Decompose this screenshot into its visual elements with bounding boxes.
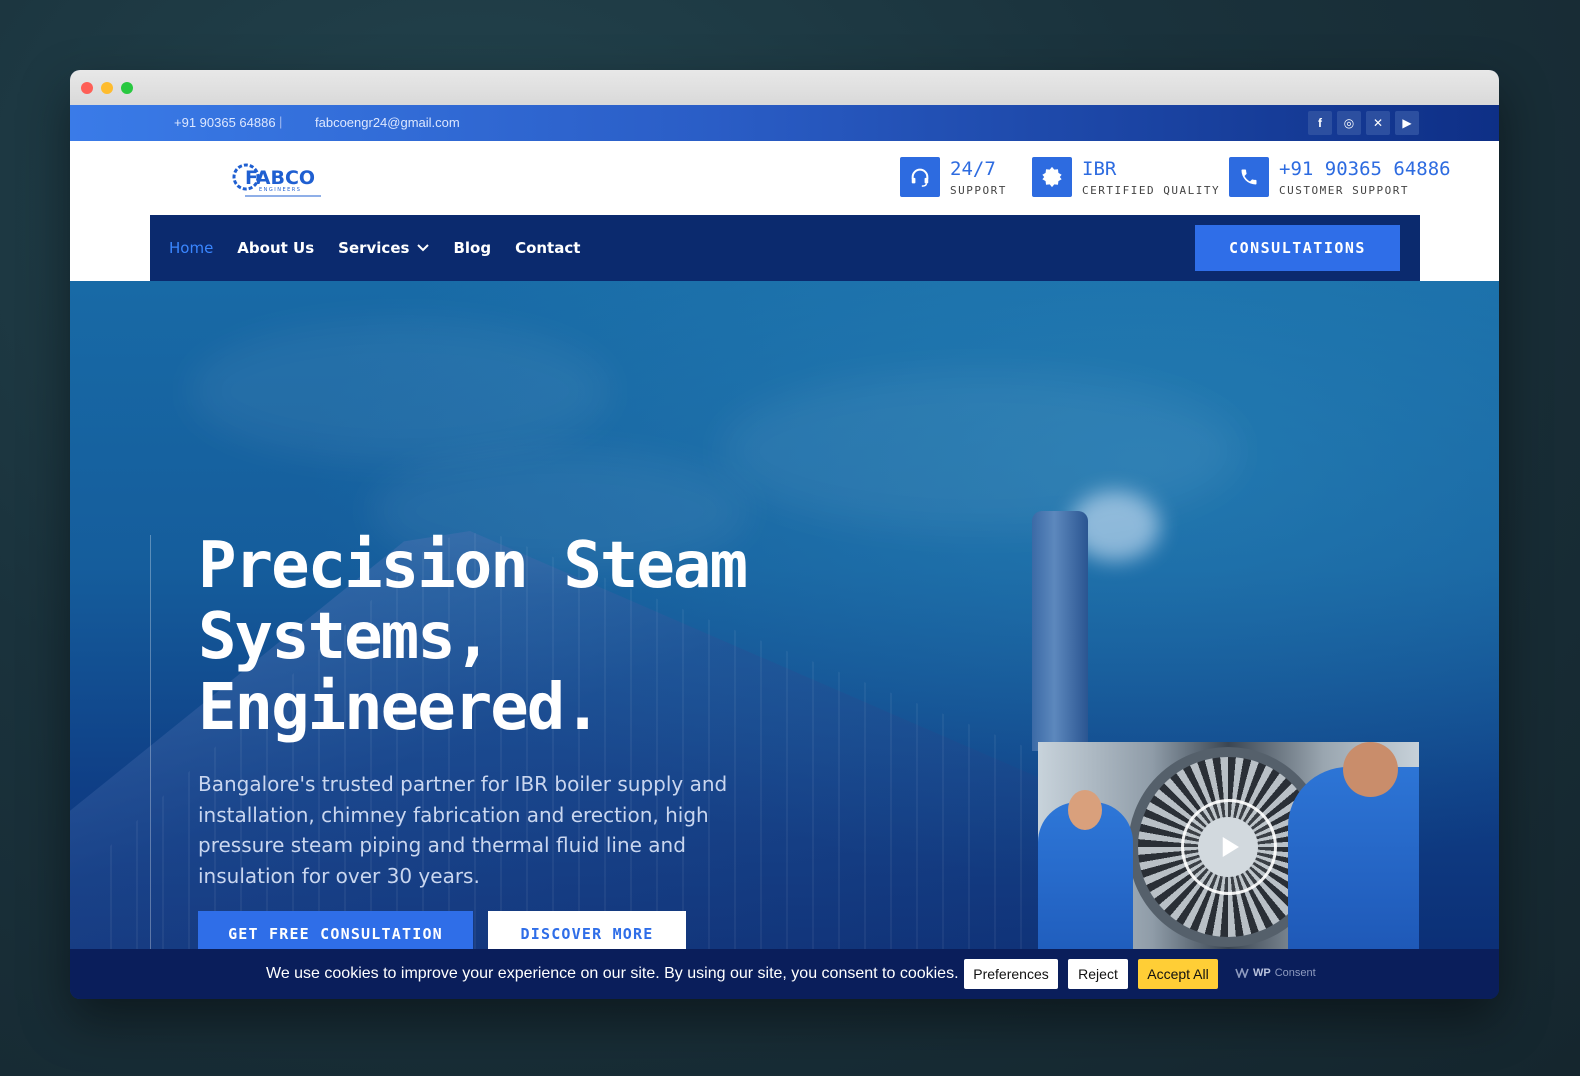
feature-ibr-subtitle: CERTIFIED QUALITY bbox=[1082, 183, 1221, 197]
social-links: f ◎ ✕ ▶ bbox=[1308, 111, 1419, 135]
wpconsent-brand-bold: WP bbox=[1253, 967, 1271, 979]
nav-blog[interactable]: Blog bbox=[453, 239, 491, 257]
wpconsent-logo[interactable]: WP Consent bbox=[1235, 967, 1316, 979]
certified-badge-icon bbox=[1032, 157, 1072, 197]
nav-wrapper: Home About Us Services Blog Contact CONS… bbox=[70, 215, 1499, 281]
play-icon[interactable] bbox=[1181, 799, 1277, 895]
topbar-email-link[interactable]: fabcoengr24@gmail.com bbox=[315, 115, 460, 130]
consultations-button[interactable]: CONSULTATIONS bbox=[1195, 225, 1400, 271]
cookie-reject-button[interactable]: Reject bbox=[1068, 959, 1128, 989]
logo-subtext: ENGINEERS bbox=[259, 187, 301, 193]
nav-about-us[interactable]: About Us bbox=[237, 239, 314, 257]
close-window-button[interactable] bbox=[81, 81, 93, 94]
wpconsent-brand-rest: Consent bbox=[1274, 967, 1316, 979]
cookie-preferences-button[interactable]: Preferences bbox=[964, 959, 1058, 989]
browser-window: +91 90365 64886 | fabcoengr24@gmail.com … bbox=[70, 70, 1499, 999]
minimize-window-button[interactable] bbox=[101, 81, 113, 94]
nav-contact[interactable]: Contact bbox=[515, 239, 580, 257]
youtube-icon[interactable]: ▶ bbox=[1395, 111, 1419, 135]
feature-support: 24/7 SUPPORT bbox=[900, 157, 1007, 197]
headset-icon bbox=[900, 157, 940, 197]
hero-title-line-2: Systems, bbox=[198, 600, 492, 674]
topbar-phone-link[interactable]: +91 90365 64886 bbox=[174, 115, 276, 130]
chimney-image bbox=[1032, 511, 1088, 751]
facebook-icon[interactable]: f bbox=[1308, 111, 1332, 135]
wpconsent-icon bbox=[1235, 968, 1249, 978]
feature-phone-subtitle: CUSTOMER SUPPORT bbox=[1279, 183, 1409, 197]
cookie-message: We use cookies to improve your experienc… bbox=[266, 965, 959, 982]
nav-services-label: Services bbox=[338, 239, 410, 257]
fabco-logo[interactable]: FABCO ENGINEERS bbox=[231, 157, 323, 199]
hero-subtitle: Bangalore's trusted partner for IBR boil… bbox=[198, 772, 728, 888]
site-header: FABCO ENGINEERS 24/7 SUPPORT IBR CERTIFI… bbox=[70, 141, 1499, 215]
feature-support-title: 24/7 bbox=[950, 157, 996, 180]
topbar-separator: | bbox=[279, 114, 283, 129]
chevron-down-icon bbox=[417, 244, 430, 252]
nav-home[interactable]: Home bbox=[169, 239, 213, 257]
hero-title: Precision Steam Systems, Engineered. bbox=[198, 531, 898, 744]
hero-section: Precision Steam Systems, Engineered. Ban… bbox=[70, 281, 1499, 999]
cookie-accept-all-button[interactable]: Accept All bbox=[1138, 959, 1218, 989]
top-info-bar: +91 90365 64886 | fabcoengr24@gmail.com … bbox=[70, 105, 1499, 141]
logo-text: FABCO bbox=[245, 167, 315, 189]
phone-icon bbox=[1229, 157, 1269, 197]
cookie-banner: We use cookies to improve your experienc… bbox=[70, 949, 1499, 999]
window-titlebar bbox=[70, 70, 1499, 105]
maximize-window-button[interactable] bbox=[121, 81, 133, 94]
worker-right-head bbox=[1343, 742, 1398, 797]
instagram-icon[interactable]: ◎ bbox=[1337, 111, 1361, 135]
feature-ibr-title: IBR bbox=[1082, 157, 1117, 180]
feature-ibr: IBR CERTIFIED QUALITY bbox=[1032, 157, 1220, 197]
worker-left-head bbox=[1068, 790, 1102, 830]
hero-divider-line bbox=[150, 535, 151, 955]
hero-title-line-1: Precision Steam bbox=[198, 529, 748, 603]
feature-support-subtitle: SUPPORT bbox=[950, 183, 1007, 197]
feature-phone[interactable]: +91 90365 64886 CUSTOMER SUPPORT bbox=[1229, 157, 1451, 197]
main-nav: Home About Us Services Blog Contact CONS… bbox=[150, 215, 1420, 281]
x-twitter-icon[interactable]: ✕ bbox=[1366, 111, 1390, 135]
feature-phone-title: +91 90365 64886 bbox=[1279, 157, 1451, 180]
hero-title-line-3: Engineered. bbox=[198, 671, 602, 745]
nav-services[interactable]: Services bbox=[338, 239, 430, 257]
